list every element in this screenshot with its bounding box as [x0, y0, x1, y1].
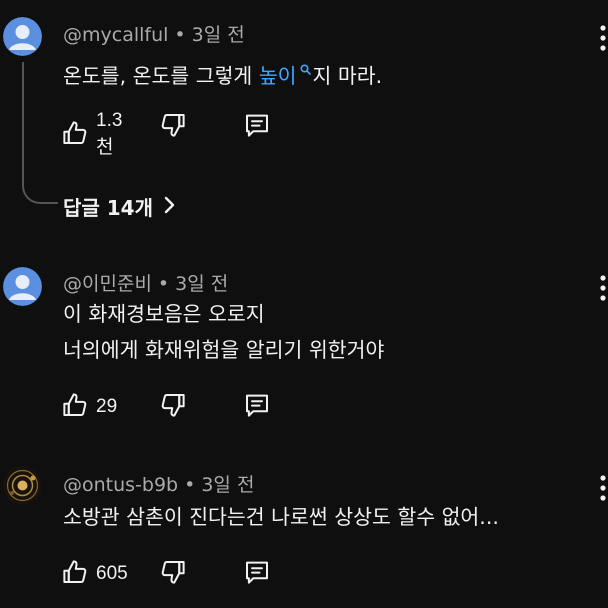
dislike-button[interactable]: [158, 557, 188, 591]
comment-icon: [242, 390, 272, 424]
thumbs-down-icon: [158, 110, 188, 144]
view-replies-button[interactable]: 답글 14개: [63, 192, 175, 221]
replies-label: 답글 14개: [63, 196, 153, 220]
username[interactable]: @ontus-b9b: [63, 474, 178, 496]
dislike-button[interactable]: [158, 390, 188, 424]
reply-button[interactable]: [242, 557, 272, 591]
thumbs-up-icon: [60, 118, 90, 152]
avatar[interactable]: [3, 466, 42, 505]
reply-button[interactable]: [242, 390, 272, 424]
username[interactable]: @이민준비: [63, 273, 152, 295]
username[interactable]: @mycallful: [63, 24, 168, 46]
comment-meta: @이민준비 • 3일 전: [63, 269, 228, 296]
more-vertical-icon[interactable]: [598, 274, 608, 302]
separator-dot: •: [184, 474, 196, 496]
timestamp[interactable]: 3일 전: [201, 474, 254, 496]
comment-meta: @mycallful • 3일 전: [63, 20, 245, 47]
separator-dot: •: [157, 273, 170, 295]
more-vertical-icon[interactable]: [598, 474, 608, 502]
thumbs-down-icon: [158, 390, 188, 424]
comment-text: 온도를, 온도를 그렇게 높이 지 마라.: [63, 51, 382, 93]
thumbs-down-icon: [158, 557, 188, 591]
timestamp[interactable]: 3일 전: [192, 24, 245, 46]
search-link[interactable]: 높이: [259, 64, 313, 88]
separator-dot: •: [174, 24, 186, 46]
comment-icon: [242, 557, 272, 591]
avatar[interactable]: [3, 17, 42, 56]
like-button[interactable]: 1.3천: [60, 110, 122, 159]
comment-text-line-2: 너의에게 화재위험을 알리기 위한거야: [63, 338, 385, 362]
dislike-button[interactable]: [158, 110, 188, 144]
more-vertical-icon[interactable]: [598, 24, 608, 52]
reply-button[interactable]: [242, 110, 272, 144]
comment-icon: [242, 110, 272, 144]
thumbs-up-icon: [60, 557, 90, 591]
like-count: 1.3천: [96, 110, 123, 158]
comment-text: 소방관 삼촌이 진다는건 나로썬 상상도 할수 없어...: [63, 505, 499, 529]
search-icon: [300, 51, 311, 85]
timestamp[interactable]: 3일 전: [175, 273, 228, 295]
avatar[interactable]: [3, 267, 42, 306]
like-count: 605: [96, 563, 128, 584]
thumbs-up-icon: [60, 390, 90, 424]
like-button[interactable]: 605: [60, 557, 128, 591]
chevron-right-icon: [153, 195, 175, 219]
comment-meta: @ontus-b9b • 3일 전: [63, 470, 254, 497]
like-count: 29: [96, 396, 118, 417]
comment-text-line-1: 이 화재경보음은 오로지: [63, 302, 265, 326]
like-button[interactable]: 29: [60, 390, 117, 424]
reply-thread-line: [22, 62, 58, 204]
